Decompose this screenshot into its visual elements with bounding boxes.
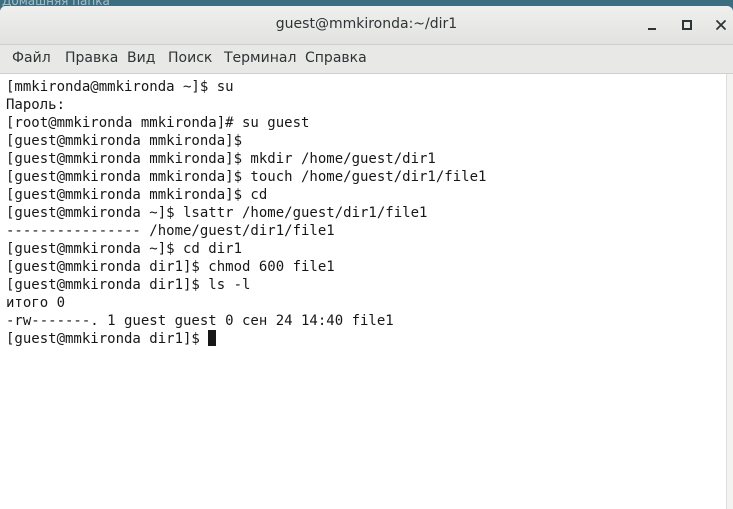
terminal-line: [guest@mmkironda mmkironda]$ <box>6 133 243 149</box>
menu-terminal[interactable]: Терминал <box>224 50 296 66</box>
maximize-icon <box>682 20 692 30</box>
terminal-line: [guest@mmkironda ~]$ lsattr /home/guest/… <box>6 205 428 221</box>
minimize-icon <box>648 28 656 30</box>
minimize-button[interactable] <box>642 15 662 35</box>
maximize-button[interactable] <box>677 15 697 35</box>
window-title: guest@mmkironda:~/dir1 <box>275 16 458 32</box>
close-button[interactable] <box>711 15 731 35</box>
close-icon <box>716 20 726 30</box>
terminal-line: [guest@mmkironda dir1]$ chmod 600 file1 <box>6 259 335 275</box>
terminal-line: -rw-------. 1 guest guest 0 сен 24 14:40… <box>6 313 394 329</box>
title-bar[interactable]: guest@mmkironda:~/dir1 <box>0 6 733 45</box>
terminal-output[interactable]: [mmkironda@mmkironda ~]$ su Пароль: [roo… <box>0 74 726 509</box>
terminal-lines: [mmkironda@mmkironda ~]$ su Пароль: [roo… <box>6 78 486 348</box>
terminal-line: [guest@mmkironda mmkironda]$ cd <box>6 187 268 203</box>
terminal-line: [mmkironda@mmkironda ~]$ su <box>6 79 234 95</box>
menu-view[interactable]: Вид <box>127 50 155 66</box>
menu-bar: Файл Правка Вид Поиск Терминал Справка <box>0 45 733 74</box>
menu-help[interactable]: Справка <box>305 50 367 66</box>
terminal-line: Пароль: <box>6 97 66 113</box>
prompt-text: [guest@mmkironda dir1]$ <box>6 331 209 347</box>
terminal-line: [guest@mmkironda dir1]$ ls -l <box>6 277 251 293</box>
prompt-line[interactable]: [guest@mmkironda dir1]$ <box>6 330 486 348</box>
menu-search[interactable]: Поиск <box>168 50 212 66</box>
terminal-line: [root@mmkironda mmkironda]# su guest <box>6 115 310 131</box>
text-cursor <box>208 330 217 346</box>
terminal-line: [guest@mmkironda mmkironda]$ touch /home… <box>6 169 487 185</box>
terminal-window: guest@mmkironda:~/dir1 Файл Правка Вид П… <box>0 6 733 509</box>
menu-file[interactable]: Файл <box>12 50 51 66</box>
terminal-line: [guest@mmkironda ~]$ cd dir1 <box>6 241 243 257</box>
terminal-line: [guest@mmkironda mmkironda]$ mkdir /home… <box>6 151 436 167</box>
terminal-line: итого 0 <box>6 295 66 311</box>
menu-edit[interactable]: Правка <box>65 50 118 66</box>
terminal-scrollbar[interactable] <box>726 74 733 509</box>
terminal-line: ---------------- /home/guest/dir1/file1 <box>6 223 335 239</box>
